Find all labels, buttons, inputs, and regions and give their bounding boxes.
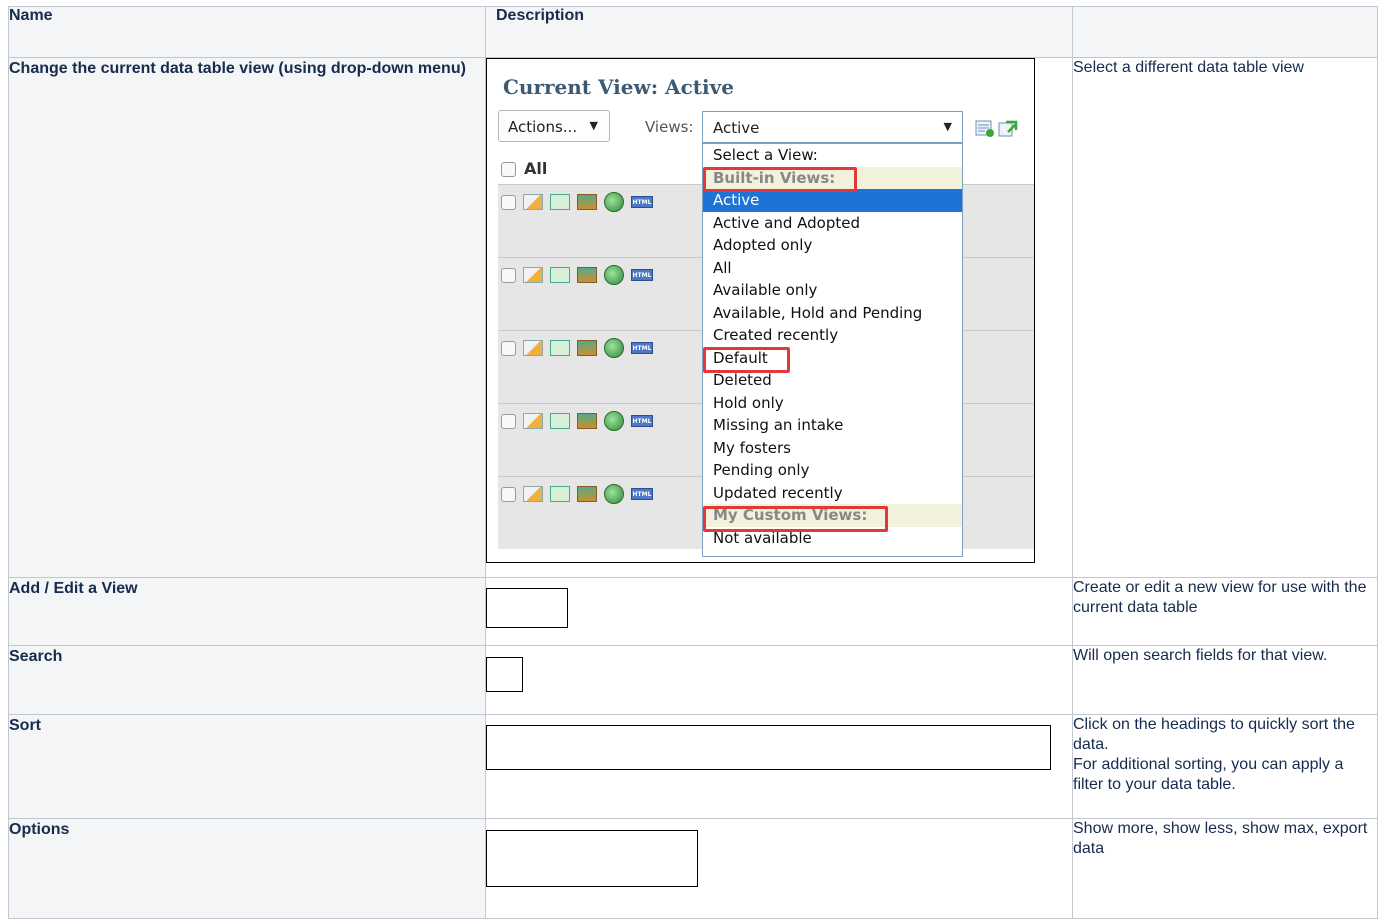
table-row: Options Show more, show less, show max, … xyxy=(8,818,1378,919)
header-name: Name xyxy=(8,6,486,58)
row-name: Sort xyxy=(8,714,486,819)
dropdown-option[interactable]: Available only xyxy=(703,279,962,302)
image-placeholder xyxy=(486,588,568,628)
html-icon[interactable]: HTML xyxy=(631,488,653,500)
globe-icon[interactable] xyxy=(604,338,624,358)
row-description: Will open search fields for that view. xyxy=(1072,645,1378,715)
dropdown-option[interactable]: Hold only xyxy=(703,392,962,415)
row-name: Search xyxy=(8,645,486,715)
table-row: Search Will open search fields for that … xyxy=(8,645,1378,715)
dropdown-option[interactable]: My fosters xyxy=(703,437,962,460)
dropdown-option[interactable]: Missing an intake xyxy=(703,414,962,437)
row-description: Create or edit a new view for use with t… xyxy=(1072,577,1378,646)
html-icon[interactable]: HTML xyxy=(631,269,653,281)
globe-icon[interactable] xyxy=(604,411,624,431)
go-icon[interactable] xyxy=(550,194,570,210)
row-image-cell xyxy=(485,818,1073,919)
row-checkbox[interactable] xyxy=(501,267,516,283)
dropdown-option[interactable]: Select a View: xyxy=(703,144,962,167)
row-description: Show more, show less, show max, export d… xyxy=(1072,818,1378,919)
table-row: Add / Edit a View Create or edit a new v… xyxy=(8,577,1378,646)
description-line: Show more, show less, show max, export d… xyxy=(1073,820,1368,857)
row-name: Change the current data table view (usin… xyxy=(8,57,486,578)
row-image-cell xyxy=(485,577,1073,646)
description-line: Will open search fields for that view. xyxy=(1073,647,1328,664)
edit-icon[interactable] xyxy=(523,413,543,429)
header-third xyxy=(1072,6,1378,58)
globe-icon[interactable] xyxy=(604,192,624,212)
header-description: Description xyxy=(485,6,1073,58)
edit-icon[interactable] xyxy=(523,194,543,210)
description-line: Create or edit a new view for use with t… xyxy=(1073,579,1367,616)
row-image-cell xyxy=(485,645,1073,715)
html-icon[interactable]: HTML xyxy=(631,415,653,427)
row-checkbox[interactable] xyxy=(501,413,516,429)
add-view-icon[interactable] xyxy=(975,120,995,138)
actions-dropdown[interactable]: Actions... ▼ xyxy=(498,110,610,142)
select-all-label: All xyxy=(524,159,548,178)
help-table: Name Description Change the current data… xyxy=(8,6,1378,919)
edit-icon[interactable] xyxy=(523,340,543,356)
dropdown-option[interactable]: Available, Hold and Pending xyxy=(703,302,962,325)
actions-label: Actions... xyxy=(508,118,578,136)
image-icon[interactable] xyxy=(577,267,597,283)
html-icon[interactable]: HTML xyxy=(631,342,653,354)
row-checkbox[interactable] xyxy=(501,486,516,502)
views-select[interactable]: Active ▼ xyxy=(702,111,963,143)
views-label: Views: xyxy=(645,118,694,136)
row-name: Add / Edit a View xyxy=(8,577,486,646)
go-icon[interactable] xyxy=(550,340,570,356)
edit-view-icon[interactable] xyxy=(998,120,1018,138)
dropdown-option[interactable]: Adopted only xyxy=(703,234,962,257)
dropdown-option[interactable]: Not available xyxy=(703,527,962,550)
row-checkbox[interactable] xyxy=(501,194,516,210)
views-screenshot: Current View: Active Actions... ▼ Views:… xyxy=(486,58,1035,563)
image-icon[interactable] xyxy=(577,194,597,210)
row-description: Click on the headings to quickly sort th… xyxy=(1072,714,1378,819)
dropdown-option[interactable]: Pending only xyxy=(703,459,962,482)
dropdown-option[interactable]: Default xyxy=(703,347,962,370)
image-icon[interactable] xyxy=(577,486,597,502)
globe-icon[interactable] xyxy=(604,484,624,504)
table-row: Change the current data table view (usin… xyxy=(8,57,1378,578)
image-placeholder xyxy=(486,830,698,887)
edit-icon[interactable] xyxy=(523,267,543,283)
dropdown-option[interactable]: Deleted xyxy=(703,369,962,392)
select-all-checkbox[interactable] xyxy=(501,162,516,177)
dropdown-group-label: My Custom Views: xyxy=(703,504,962,527)
image-icon[interactable] xyxy=(577,413,597,429)
row-name: Options xyxy=(8,818,486,919)
go-icon[interactable] xyxy=(550,267,570,283)
image-icon[interactable] xyxy=(577,340,597,356)
header-row: Name Description xyxy=(8,6,1378,58)
chevron-down-icon: ▼ xyxy=(943,120,952,133)
go-icon[interactable] xyxy=(550,486,570,502)
edit-icon[interactable] xyxy=(523,486,543,502)
current-view-title: Current View: Active xyxy=(503,75,734,99)
go-icon[interactable] xyxy=(550,413,570,429)
row-image-cell xyxy=(485,714,1073,819)
dropdown-option[interactable]: Updated recently xyxy=(703,482,962,505)
dropdown-option[interactable]: Active and Adopted xyxy=(703,212,962,235)
dropdown-option[interactable]: Created recently xyxy=(703,324,962,347)
chevron-down-icon: ▼ xyxy=(589,119,598,132)
row-screenshot-cell: Current View: Active Actions... ▼ Views:… xyxy=(485,57,1073,578)
row-checkbox[interactable] xyxy=(501,340,516,356)
globe-icon[interactable] xyxy=(604,265,624,285)
dropdown-option[interactable]: Active xyxy=(703,189,962,212)
description-line: For additional sorting, you can apply a … xyxy=(1073,756,1344,793)
description-line: Click on the headings to quickly sort th… xyxy=(1073,716,1355,753)
views-dropdown-list: Select a View: Built-in Views: Active Activ… xyxy=(702,143,963,557)
image-placeholder xyxy=(486,657,523,692)
views-selected-value: Active xyxy=(713,119,760,137)
select-all-row: All xyxy=(501,159,547,178)
table-row: Sort Click on the headings to quickly so… xyxy=(8,714,1378,819)
dropdown-group-label: Built-in Views: xyxy=(703,166,962,189)
dropdown-option[interactable]: All xyxy=(703,257,962,280)
description-line: Select a different data table view xyxy=(1073,59,1304,76)
html-icon[interactable]: HTML xyxy=(631,196,653,208)
image-placeholder xyxy=(486,725,1051,770)
row-description: Select a different data table view xyxy=(1072,57,1378,578)
